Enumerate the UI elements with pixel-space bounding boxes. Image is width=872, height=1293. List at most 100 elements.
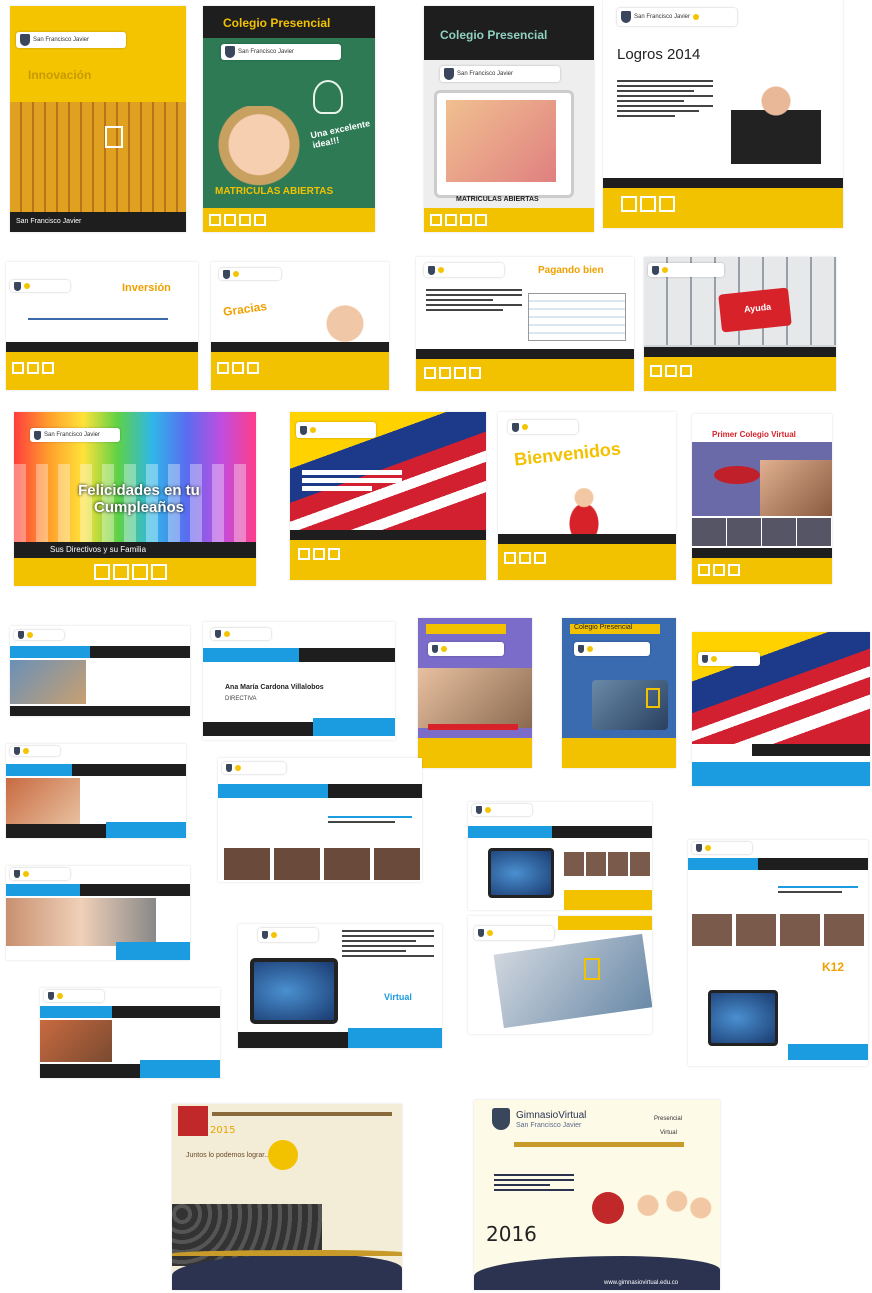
contact-name: Ana María Cardona Villalobos (225, 684, 324, 691)
school-logo (508, 420, 578, 434)
blue-band (6, 884, 80, 896)
shield-icon (621, 11, 631, 23)
title-lines (302, 470, 402, 494)
social-boxes (621, 196, 675, 212)
footer-blue (788, 1044, 868, 1060)
red-caption (428, 724, 518, 730)
shield-icon (20, 34, 30, 46)
shield-icon (652, 265, 659, 275)
flyer-colegio-presencial-tablet: Colegio Presencial San Francisco Javier … (424, 6, 594, 232)
shield-icon (18, 631, 24, 639)
shield-icon (34, 430, 41, 440)
flyer-tablet-hand (468, 916, 652, 1034)
school-logo: San Francisco Javier (617, 8, 737, 26)
achievement-list (617, 80, 713, 120)
school-logo (10, 868, 70, 880)
banner-web-4 (6, 866, 190, 960)
text-lines (778, 886, 858, 896)
footer-blue (140, 1060, 220, 1078)
brand-sub: San Francisco Javier (516, 1122, 582, 1129)
blue-band (10, 646, 90, 658)
flyer-pagando-bien: Pagando bien (416, 257, 634, 391)
mid-band (752, 744, 870, 756)
school-logo (10, 280, 70, 292)
navy-wave (474, 1256, 720, 1290)
text-lines (342, 930, 434, 960)
flyer-title: Primer Colegio Virtual (712, 430, 796, 439)
shield-icon (476, 806, 482, 814)
school-logo: San Francisco Javier (30, 428, 120, 442)
flyer-heading: Colegio Presencial (440, 28, 548, 42)
year-label-2016: 2016 (486, 1222, 537, 1246)
shield-icon (262, 931, 268, 939)
shield-icon (300, 425, 307, 435)
flyer-colegio-virtual-kids (418, 618, 532, 768)
mid-band (692, 548, 832, 558)
banner-web-1 (10, 626, 190, 716)
banner-web-5 (40, 988, 220, 1078)
school-logo (10, 746, 60, 756)
school-logo (211, 628, 271, 640)
flyer-title: Pagando bien (538, 265, 604, 276)
mid-band (603, 178, 843, 188)
social-boxes (94, 564, 167, 580)
school-logo (698, 652, 760, 666)
footer-blue (106, 822, 186, 838)
birthday-subtitle: Sus Directivos y su Familia (50, 545, 147, 554)
birthday-title: Felicidades en tu Cumpleaños (78, 482, 200, 516)
school-logo (648, 263, 724, 277)
mid-band (498, 534, 676, 544)
social-boxes (698, 564, 740, 576)
flyer-title: Inversión (122, 282, 171, 294)
banner-web-3 (218, 758, 422, 882)
social-boxes (430, 214, 487, 226)
children-photo (624, 1176, 720, 1260)
school-logo (692, 842, 752, 854)
header-band (558, 916, 652, 930)
school-logo (14, 630, 64, 640)
social-boxes (217, 362, 259, 374)
shield-icon (14, 870, 20, 878)
flyer-gracias: Gracias (211, 262, 389, 390)
school-logo (258, 928, 318, 942)
school-logo: San Francisco Javier (221, 44, 341, 60)
photo-strip (692, 518, 832, 546)
flyer-logros: San Francisco Javier Logros 2014 (603, 0, 843, 228)
business-card-directiva: Ana María Cardona Villalobos DIRECTIVA (203, 622, 395, 740)
tablet-map-image (250, 958, 338, 1024)
mid-band (211, 342, 389, 352)
school-logo (574, 642, 650, 656)
blue-band (6, 764, 72, 776)
footer-band (10, 706, 190, 716)
footer-band (40, 1064, 140, 1078)
yellow-cursor (646, 688, 660, 708)
shield-icon (702, 655, 708, 663)
flyer-bienvenidos: Bienvenidos (498, 412, 676, 580)
girl-photo (446, 100, 556, 182)
contact-role: DIRECTIVA (225, 696, 257, 702)
dark-band (112, 1006, 220, 1018)
footer-band (203, 722, 313, 736)
blue-band (218, 784, 328, 798)
kids-photo (418, 668, 532, 728)
shield-icon (444, 68, 454, 80)
family-photo (760, 460, 832, 516)
dark-band (90, 646, 190, 658)
shield-icon (578, 645, 584, 653)
tablet-map-image (708, 990, 778, 1046)
social-boxes (650, 365, 692, 377)
girl-photo (6, 898, 156, 946)
photo-strip (224, 848, 420, 880)
slogan: Juntos lo podemos lograr... (186, 1152, 271, 1159)
option-virtual: Virtual (660, 1130, 677, 1136)
mid-band (416, 349, 634, 359)
blue-band (468, 826, 552, 838)
school-logo: San Francisco Javier (16, 32, 126, 48)
shield-icon (696, 844, 702, 852)
shield-icon (14, 281, 21, 291)
school-logo (219, 268, 281, 280)
flyer-title: Gracias (222, 299, 268, 319)
school-logo (428, 642, 504, 656)
social-boxes (209, 214, 266, 226)
child-jumping-photo (554, 482, 614, 534)
